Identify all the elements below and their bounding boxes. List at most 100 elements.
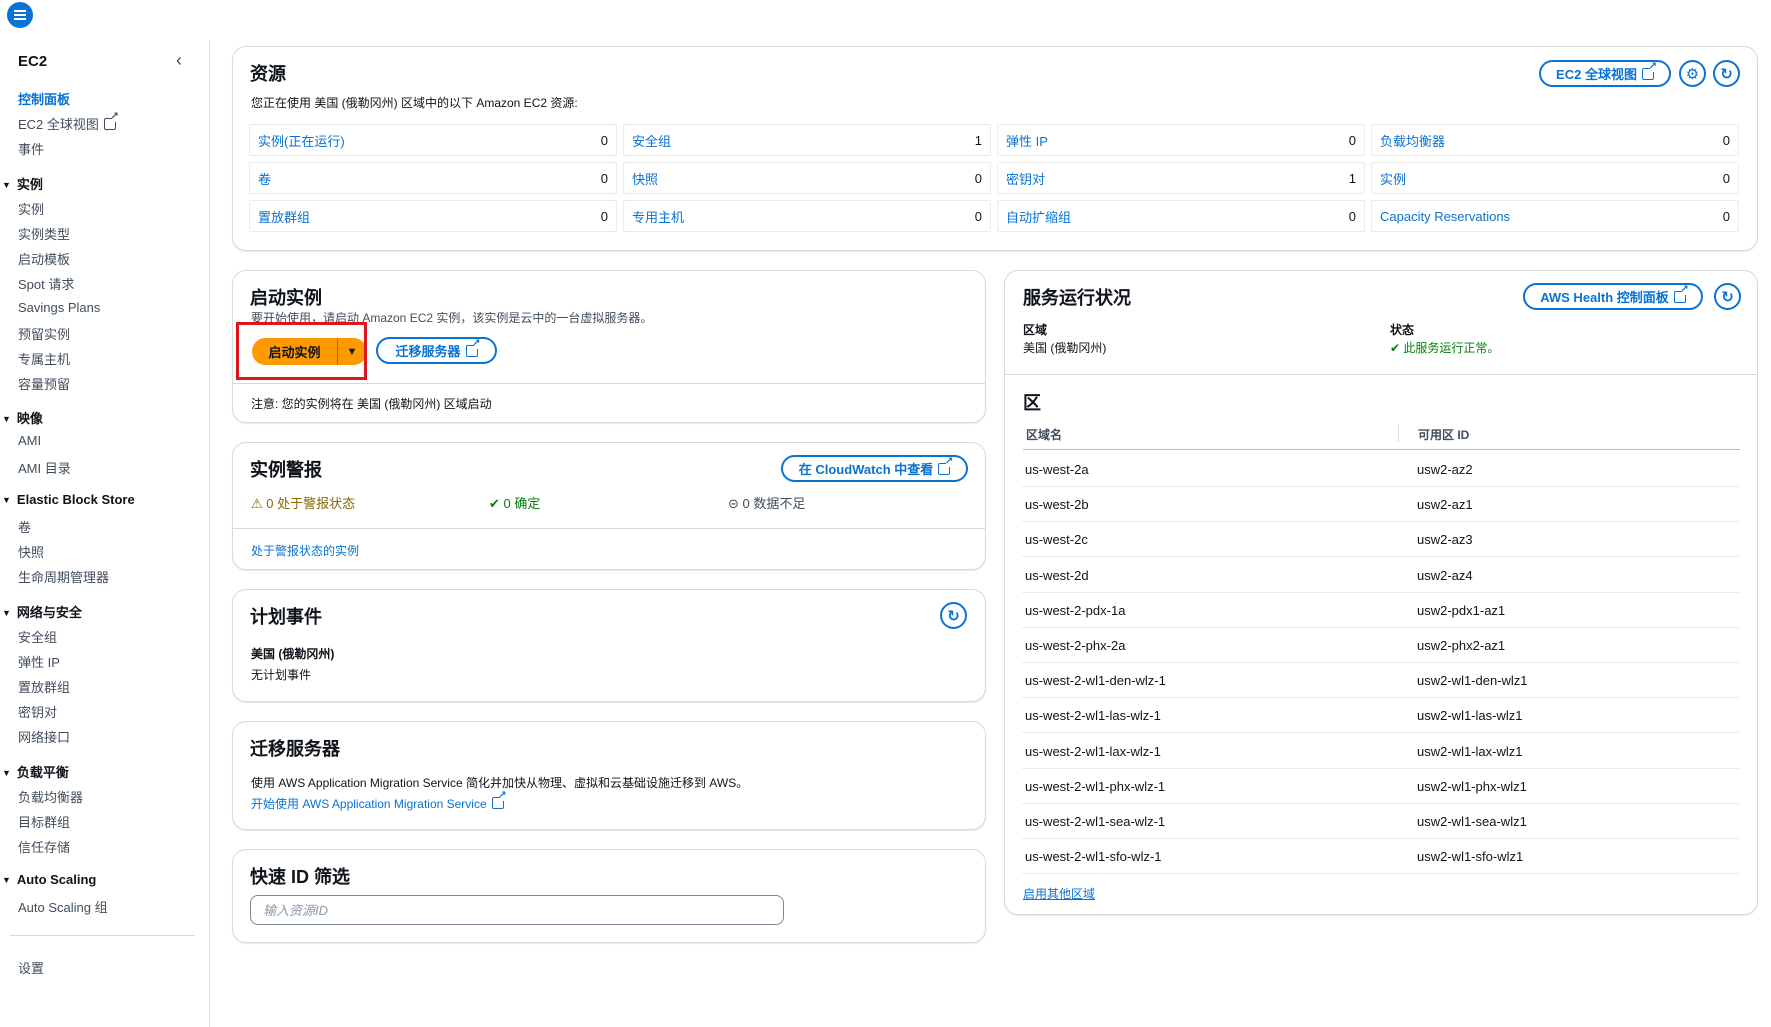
sidebar-item-dedicated-hosts[interactable]: 专属主机 [18, 349, 70, 368]
resource-cell: 快照 0 [623, 162, 991, 194]
sidebar-item-spot-requests[interactable]: Spot 请求 [18, 274, 74, 293]
resource-link[interactable]: 密钥对 [1006, 169, 1045, 188]
sidebar-item-launch-templates[interactable]: 启动模板 [18, 249, 70, 268]
refresh-icon[interactable]: ↻ [940, 602, 967, 629]
menu-icon[interactable] [7, 2, 33, 28]
sidebar-item-elastic-ips[interactable]: 弹性 IP [18, 652, 60, 671]
sidebar-item-placement-groups[interactable]: 置放群组 [18, 677, 70, 696]
zone-id-cell: usw2-wl1-sfo-wlz1 [1417, 849, 1524, 865]
ok-count-label: 0 确定 [503, 496, 541, 511]
divider [233, 528, 985, 529]
zone-id-cell: usw2-pdx1-az1 [1417, 602, 1506, 618]
migration-service-link[interactable]: 开始使用 AWS Application Migration Service [251, 791, 507, 812]
sidebar-section-instances[interactable]: 实例 [2, 174, 43, 193]
resource-link[interactable]: 弹性 IP [1006, 131, 1048, 150]
resource-cell: Capacity Reservations 0 [1371, 200, 1739, 232]
resource-count: 0 [600, 170, 608, 186]
sidebar-title: EC2 [18, 53, 48, 70]
sidebar-item-dashboard[interactable]: 控制面板 [18, 89, 70, 108]
sidebar-item-settings[interactable]: 设置 [18, 958, 44, 977]
resource-cell: 卷0 [249, 162, 617, 194]
sidebar-section-load-balancing[interactable]: 负载平衡 [2, 762, 69, 781]
quick-id-title: 快速 ID 筛选 [250, 867, 351, 887]
sidebar-section-images[interactable]: 映像 [2, 408, 43, 427]
migrate-server-button[interactable]: 迁移服务器 [376, 337, 497, 364]
sidebar-item-trust-stores[interactable]: 信任存储 [18, 837, 70, 856]
external-link-icon [1641, 62, 1657, 80]
zone-id-cell: usw2-wl1-phx-wlz1 [1417, 778, 1527, 794]
sidebar-item-global-view[interactable]: EC2 全球视图 [18, 112, 119, 133]
sidebar: EC2 ‹ 控制面板 EC2 全球视图 事件 实例 实例 实例类型 启动模板 S… [0, 40, 210, 1027]
view-in-cloudwatch-button[interactable]: 在 CloudWatch 中查看 [781, 455, 968, 482]
aws-health-dashboard-button[interactable]: AWS Health 控制面板 [1523, 283, 1703, 310]
resource-link[interactable]: 实例(正在运行) [258, 131, 345, 150]
sidebar-item-key-pairs[interactable]: 密钥对 [18, 702, 57, 721]
collapse-sidebar-icon[interactable]: ‹ [176, 50, 182, 71]
zone-id-cell: usw2-wl1-den-wlz1 [1417, 673, 1528, 689]
migrate-server-panel: 迁移服务器 使用 AWS Application Migration Servi… [232, 721, 986, 830]
resource-count: 0 [1348, 132, 1356, 148]
scheduled-events-panel: 计划事件 ↻ 美国 (俄勒冈州) 无计划事件 [232, 589, 986, 702]
zone-name-cell: us-west-2a [1025, 462, 1089, 477]
divider [233, 383, 985, 384]
table-row: us-west-2a usw2-az2 [1022, 452, 1739, 487]
sidebar-item-network-interfaces[interactable]: 网络接口 [18, 727, 70, 746]
sidebar-item-reserved-instances[interactable]: 预留实例 [18, 324, 70, 343]
settings-gear-icon[interactable]: ⚙ [1679, 60, 1706, 87]
table-row: us-west-2-wl1-den-wlz-1 usw2-wl1-den-wlz1 [1022, 663, 1739, 699]
resource-link[interactable]: 安全组 [632, 131, 671, 150]
resource-count: 0 [1348, 208, 1356, 224]
top-bar [0, 0, 1771, 30]
resource-cell: 负载均衡器 0 [1371, 124, 1739, 156]
sidebar-item-ami[interactable]: AMI [18, 433, 41, 448]
scheduled-region: 美国 (俄勒冈州) [251, 647, 335, 661]
resource-link[interactable]: 快照 [632, 169, 658, 188]
resource-link[interactable]: Capacity Reservations [1380, 209, 1510, 224]
sidebar-item-load-balancers[interactable]: 负载均衡器 [18, 787, 83, 806]
sidebar-item-security-groups[interactable]: 安全组 [18, 627, 57, 646]
ok-count: ✔ 0 确定 [489, 493, 540, 512]
scheduled-title: 计划事件 [250, 607, 322, 627]
resource-cell: 密钥对 1 [997, 162, 1365, 194]
instances-in-alarm-link[interactable]: 处于警报状态的实例 [251, 542, 359, 559]
ec2-global-view-label: EC2 全球视图 [1556, 67, 1637, 82]
resource-link[interactable]: 卷 [258, 169, 271, 188]
sidebar-item-auto-scaling-groups[interactable]: Auto Scaling 组 [18, 897, 108, 916]
resource-link[interactable]: 置放群组 [258, 207, 310, 226]
health-title: 服务运行状况 [1023, 288, 1131, 308]
refresh-icon[interactable]: ↻ [1714, 283, 1741, 310]
resource-link[interactable]: 自动扩缩组 [1006, 207, 1071, 226]
table-row: us-west-2c usw2-az3 [1022, 522, 1739, 558]
resource-link[interactable]: 负载均衡器 [1380, 131, 1445, 150]
sidebar-item-volumes[interactable]: 卷 [18, 517, 31, 536]
sidebar-item-target-groups[interactable]: 目标群组 [18, 812, 70, 831]
zone-name-cell: us-west-2-wl1-sea-wlz-1 [1025, 814, 1166, 829]
sidebar-section-network-security[interactable]: 网络与安全 [2, 602, 82, 621]
resource-id-input[interactable] [250, 895, 784, 925]
migration-service-link-label: 开始使用 AWS Application Migration Service [251, 797, 487, 811]
resource-link[interactable]: 实例 [1380, 169, 1406, 188]
resource-count: 0 [1722, 170, 1730, 186]
zone-name-cell: us-west-2-phx-2a [1025, 638, 1126, 653]
ec2-global-view-button[interactable]: EC2 全球视图 [1539, 60, 1671, 87]
sidebar-section-auto-scaling[interactable]: Auto Scaling [2, 872, 96, 887]
sidebar-item-capacity-reservations[interactable]: 容量预留 [18, 374, 70, 393]
enable-other-zones-link[interactable]: 启用其他区域 [1023, 885, 1095, 902]
sidebar-item-instances[interactable]: 实例 [18, 199, 44, 218]
sidebar-item-savings-plans[interactable]: Savings Plans [18, 300, 100, 315]
refresh-icon[interactable]: ↻ [1713, 60, 1740, 87]
sidebar-item-lifecycle-manager[interactable]: 生命周期管理器 [18, 567, 109, 586]
resources-subtitle: 您正在使用 美国 (俄勒冈州) 区域中的以下 Amazon EC2 资源: [251, 96, 578, 110]
sidebar-item-events[interactable]: 事件 [18, 139, 44, 158]
resource-link[interactable]: 专用主机 [632, 207, 684, 226]
sidebar-item-label: EC2 全球视图 [18, 117, 99, 132]
sidebar-section-ebs[interactable]: Elastic Block Store [2, 492, 135, 507]
zone-name-cell: us-west-2d [1025, 567, 1089, 583]
table-row: us-west-2d usw2-az4 [1022, 558, 1739, 593]
divider [1005, 374, 1757, 375]
sidebar-item-snapshots[interactable]: 快照 [18, 542, 44, 561]
check-circle-icon: ✔ [489, 496, 500, 511]
sidebar-item-instance-types[interactable]: 实例类型 [18, 224, 70, 243]
status-label: 状态 [1390, 323, 1415, 337]
sidebar-item-ami-catalog[interactable]: AMI 目录 [18, 458, 71, 477]
